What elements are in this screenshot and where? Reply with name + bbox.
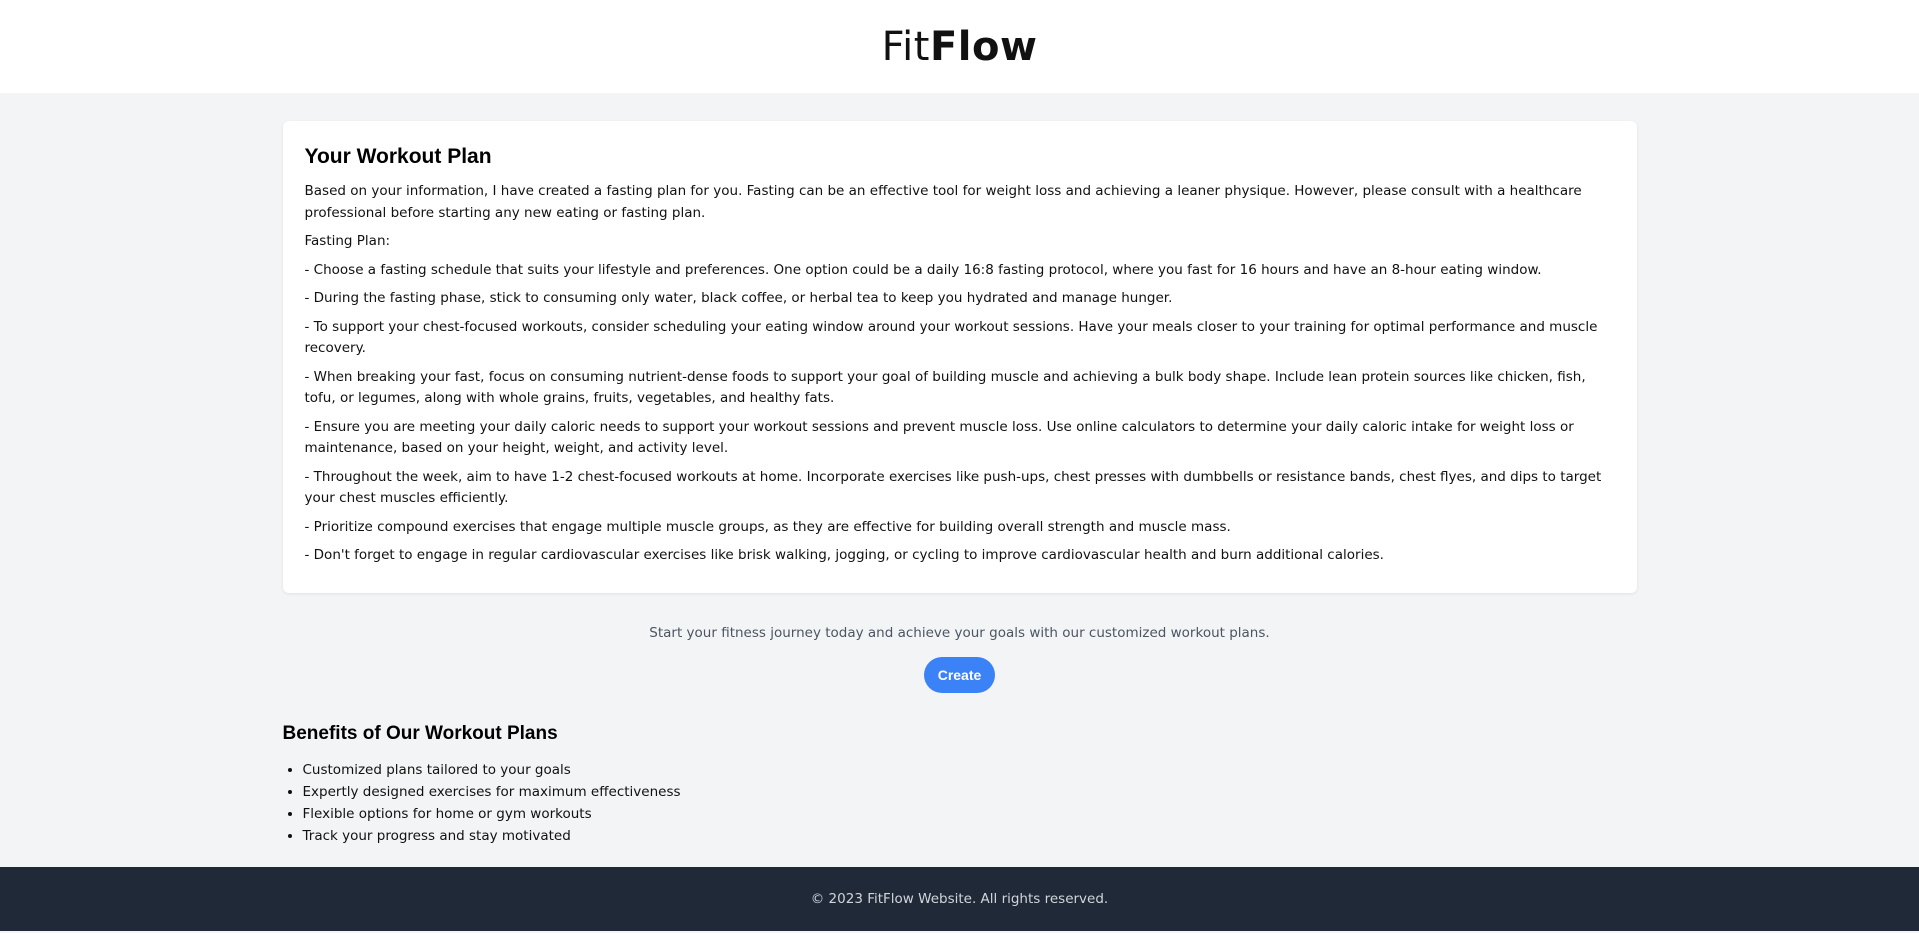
plan-title: Your Workout Plan xyxy=(304,145,492,168)
benefit-item: Track your progress and stay motivated xyxy=(303,825,1637,847)
benefits-section: Benefits of Our Workout Plans Customized… xyxy=(283,693,1637,847)
benefit-item: Customized plans tailored to your goals xyxy=(303,759,1637,781)
plan-step: - Ensure you are meeting your daily calo… xyxy=(304,418,1574,457)
plan-step: - During the fasting phase, stick to con… xyxy=(304,290,1173,306)
plan-step: - To support your chest-focused workouts… xyxy=(304,318,1598,357)
cta-section: Start your fitness journey today and ach… xyxy=(283,593,1637,693)
logo-text-flow: Flow xyxy=(929,23,1038,70)
plan-heading: Fasting Plan: xyxy=(304,233,391,249)
fitflow-logo[interactable]: FitFlow xyxy=(882,27,1038,67)
site-footer: © 2023 FitFlow Website. All rights reser… xyxy=(0,867,1919,931)
cta-text: Start your fitness journey today and ach… xyxy=(649,624,1270,641)
logo-text-fit: Fit xyxy=(881,23,930,70)
main-content: Your Workout Plan Based on your informat… xyxy=(282,93,1637,847)
plan-intro: Based on your information, I have create… xyxy=(304,183,1582,221)
benefit-item: Flexible options for home or gym workout… xyxy=(303,803,1637,825)
plan-step: - Prioritize compound exercises that eng… xyxy=(304,518,1231,535)
footer-copyright: © 2023 FitFlow Website. All rights reser… xyxy=(810,891,1109,907)
plan-step: - Don't forget to engage in regular card… xyxy=(304,547,1384,563)
workout-plan-card: Your Workout Plan Based on your informat… xyxy=(282,121,1637,593)
benefits-title: Benefits of Our Workout Plans xyxy=(282,722,558,744)
create-button[interactable]: Create xyxy=(923,656,996,693)
benefit-item: Expertly designed exercises for maximum … xyxy=(303,781,1637,803)
plan-step: - When breaking your fast, focus on cons… xyxy=(304,368,1586,407)
benefits-list: Customized plans tailored to your goals … xyxy=(283,759,1637,847)
plan-step: - Choose a fasting schedule that suits y… xyxy=(304,261,1542,278)
site-header: FitFlow xyxy=(0,0,1919,93)
plan-body: Based on your information, I have create… xyxy=(305,181,1615,567)
plan-step: - Throughout the week, aim to have 1-2 c… xyxy=(304,468,1602,507)
